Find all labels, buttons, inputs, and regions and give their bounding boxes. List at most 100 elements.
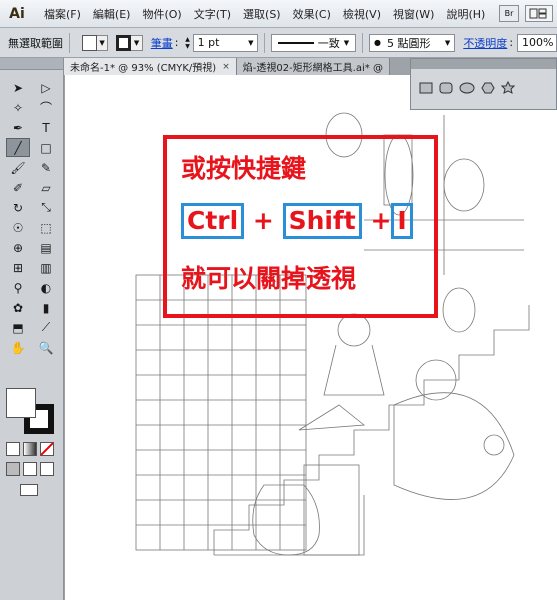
- key-shift: Shift: [282, 203, 362, 239]
- staircase: [213, 305, 530, 556]
- tab-label: 焰-透視02-矩形網格工具.ai* @: [242, 63, 383, 74]
- eraser-icon[interactable]: ▱: [34, 178, 58, 197]
- brush-definition-field[interactable]: ● 5 點圓形 ▼: [369, 33, 456, 52]
- slice-icon[interactable]: ⟋: [34, 318, 58, 337]
- eyedropper-icon[interactable]: ⚲: [6, 278, 30, 297]
- annotation-title: 或按快捷鍵: [181, 154, 307, 183]
- color-mode-row: [6, 442, 54, 456]
- profile-line-preview: [278, 41, 314, 44]
- display-case: [303, 464, 360, 556]
- hand-icon[interactable]: ✋: [6, 338, 30, 357]
- magic-wand-icon[interactable]: ✧: [6, 98, 30, 117]
- brush-label: 5 點圓形: [387, 36, 431, 50]
- fish-kite: [393, 359, 515, 500]
- tab-document-2[interactable]: 焰-透視02-矩形網格工具.ai* @: [236, 58, 390, 75]
- vase: [252, 484, 320, 556]
- opacity-value: 100%: [522, 36, 554, 49]
- menu-type[interactable]: 文字(T): [188, 6, 237, 22]
- selection-tool-icon[interactable]: ➤: [6, 78, 30, 97]
- symbol-sprayer-icon[interactable]: ✿: [6, 298, 30, 317]
- folding-fan: [298, 404, 366, 431]
- lasso-icon[interactable]: ⌒: [34, 98, 58, 117]
- panel-grip[interactable]: [0, 58, 63, 70]
- ellipse-shape-icon[interactable]: [459, 82, 475, 94]
- colon-label: :: [509, 36, 514, 49]
- variable-width-profile[interactable]: 一致 ▼: [271, 33, 357, 52]
- polygon-shape-icon[interactable]: [481, 82, 495, 94]
- menu-effect[interactable]: 效果(C): [287, 6, 337, 22]
- paintbrush-icon[interactable]: 🖌: [6, 158, 30, 177]
- color-mode-icon[interactable]: [6, 442, 20, 456]
- perspective-grid-icon[interactable]: ▤: [34, 238, 58, 257]
- menu-view[interactable]: 檢視(V): [337, 6, 387, 22]
- key-i: I: [391, 203, 413, 239]
- fill-swatch[interactable]: [81, 34, 97, 51]
- pen-icon[interactable]: ✒: [6, 118, 30, 137]
- fill-color-box[interactable]: [6, 388, 36, 418]
- bridge-button[interactable]: Br: [499, 5, 519, 22]
- fill-stroke-selector: [6, 388, 58, 436]
- annotation-shortcut: Ctrl + Shift + I: [181, 203, 413, 239]
- menu-object[interactable]: 物件(O): [136, 6, 187, 22]
- round-dot-icon: ●: [374, 38, 382, 47]
- gradient-mode-icon[interactable]: [23, 442, 37, 456]
- stroke-weight-value: 1 pt: [197, 36, 220, 49]
- stroke-swatch[interactable]: [116, 34, 132, 51]
- draw-normal-icon[interactable]: [6, 462, 20, 476]
- menu-select[interactable]: 選取(S): [237, 6, 287, 22]
- rectangle-icon[interactable]: □: [34, 138, 58, 157]
- pencil-icon[interactable]: ✎: [34, 158, 58, 177]
- girl-figure: [323, 313, 385, 396]
- panel-grip[interactable]: [411, 59, 556, 69]
- draw-inside-icon[interactable]: [40, 462, 54, 476]
- gradient-icon[interactable]: ▥: [34, 258, 58, 277]
- chevron-down-icon: ▼: [444, 38, 451, 47]
- menu-edit[interactable]: 編輯(E): [87, 6, 137, 22]
- stroke-panel-link[interactable]: 筆畫: [151, 35, 173, 51]
- close-icon[interactable]: ×: [222, 62, 230, 72]
- column-graph-icon[interactable]: ▮: [34, 298, 58, 317]
- screen-mode-icon[interactable]: [20, 484, 38, 496]
- chevron-down-icon[interactable]: ▼: [131, 34, 143, 51]
- annotation-caption: 就可以關掉透視: [181, 264, 357, 293]
- scale-icon[interactable]: ⤡: [34, 198, 58, 217]
- menu-file[interactable]: 檔案(F): [38, 6, 87, 22]
- menu-window[interactable]: 視窗(W): [387, 6, 440, 22]
- rounded-rectangle-shape-icon[interactable]: [439, 82, 453, 94]
- type-icon[interactable]: T: [34, 118, 58, 137]
- chevron-down-icon: ▼: [248, 38, 254, 47]
- line-segment-icon[interactable]: ╱: [6, 138, 30, 157]
- rotate-icon[interactable]: ↻: [6, 198, 30, 217]
- direct-selection-tool-icon[interactable]: ▷: [34, 78, 58, 97]
- workspace-switcher-button[interactable]: [525, 5, 553, 22]
- illustrator-window: Ai 檔案(F) 編輯(E) 物件(O) 文字(T) 選取(S) 效果(C) 檢…: [0, 0, 557, 600]
- mesh-icon[interactable]: ⊞: [6, 258, 30, 277]
- profile-label: 一致: [317, 36, 340, 50]
- opacity-field[interactable]: 100%: [517, 33, 557, 52]
- none-mode-icon[interactable]: [40, 442, 54, 456]
- blend-icon[interactable]: ◐: [34, 278, 58, 297]
- stroke-weight-field[interactable]: 1 pt ▼: [192, 33, 259, 52]
- blob-brush-icon[interactable]: ✐: [6, 178, 30, 197]
- artboard-icon[interactable]: ⬒: [6, 318, 30, 337]
- warp-icon[interactable]: ☉: [6, 218, 30, 237]
- plus-sign: +: [244, 206, 283, 235]
- free-transform-icon[interactable]: ⬚: [34, 218, 58, 237]
- chevron-down-icon: ▼: [343, 38, 350, 47]
- shape-builder-icon[interactable]: ⊕: [6, 238, 30, 257]
- menu-bar: Ai 檔案(F) 編輯(E) 物件(O) 文字(T) 選取(S) 效果(C) 檢…: [0, 0, 557, 28]
- control-bar: 無選取範圍 ▼ ▼ 筆畫 : ▲ ▼ 1 pt ▼ 一致 ▼ ● 5 點圓形 ▼ …: [0, 28, 557, 58]
- draw-behind-icon[interactable]: [23, 462, 37, 476]
- tab-document-1[interactable]: 未命名-1* @ 93% (CMYK/預視) ×: [64, 58, 237, 75]
- tools-panel: ➤ ▷ ✧ ⌒ ✒ T ╱ □ 🖌 ✎ ✐ ▱ ↻ ⤡ ☉ ⬚ ⊕ ▤ ⊞ ▥ …: [0, 58, 64, 600]
- chevron-down-icon[interactable]: ▼: [96, 34, 109, 51]
- rectangle-shape-icon[interactable]: [419, 82, 433, 94]
- workspace-grid-icon: [529, 8, 547, 19]
- zoom-icon[interactable]: 🔍: [34, 338, 58, 357]
- star-shape-icon[interactable]: [501, 81, 515, 94]
- stroke-weight-stepper[interactable]: ▲ ▼: [182, 35, 192, 51]
- shapes-row: [411, 69, 556, 94]
- plus-sign: +: [361, 206, 392, 235]
- opacity-panel-link[interactable]: 不透明度: [463, 35, 507, 51]
- menu-help[interactable]: 說明(H): [440, 6, 491, 22]
